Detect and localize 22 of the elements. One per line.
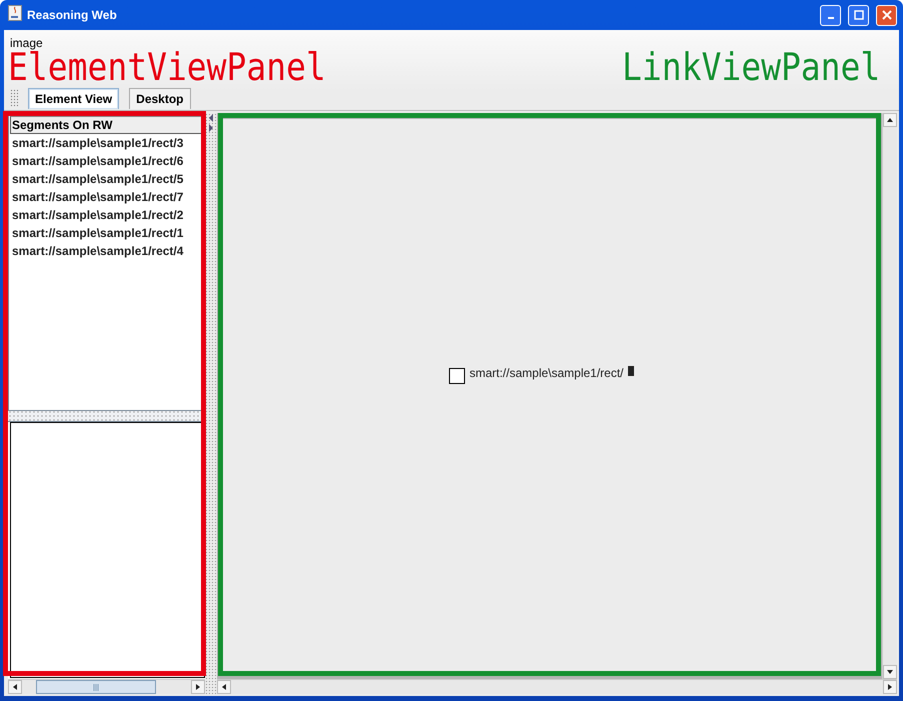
annotation-label: ElementViewPanel [8, 50, 326, 84]
scroll-thumb[interactable] [36, 680, 156, 694]
list-header: Segments On RW [10, 116, 203, 134]
window-title: Reasoning Web [27, 8, 118, 22]
segment-list-item[interactable]: smart://sample\sample1/rect/5 [10, 170, 203, 188]
segment-list-item[interactable]: smart://sample\sample1/rect/3 [10, 134, 203, 152]
segment-list-item[interactable]: smart://sample\sample1/rect/6 [10, 152, 203, 170]
close-icon[interactable] [876, 4, 897, 26]
maximize-icon[interactable] [848, 4, 869, 26]
minimize-icon[interactable] [820, 4, 841, 26]
annotation-label: LinkViewPanel [622, 50, 880, 84]
toolbar-grip[interactable] [10, 89, 18, 107]
tab[interactable]: Element View [28, 88, 120, 109]
node-box[interactable] [449, 368, 466, 384]
node-label: smart://sample\sample1/rect/ [469, 366, 624, 380]
segment-list-item[interactable]: smart://sample\sample1/rect/4 [10, 242, 203, 260]
tab[interactable]: Desktop [129, 88, 190, 109]
text-cursor-icon [628, 366, 634, 376]
menu-item[interactable]: image [10, 36, 43, 50]
segment-list-item[interactable]: smart://sample\sample1/rect/1 [10, 224, 203, 242]
segment-list-item[interactable]: smart://sample\sample1/rect/7 [10, 188, 203, 206]
segment-list-item[interactable]: smart://sample\sample1/rect/2 [10, 206, 203, 224]
